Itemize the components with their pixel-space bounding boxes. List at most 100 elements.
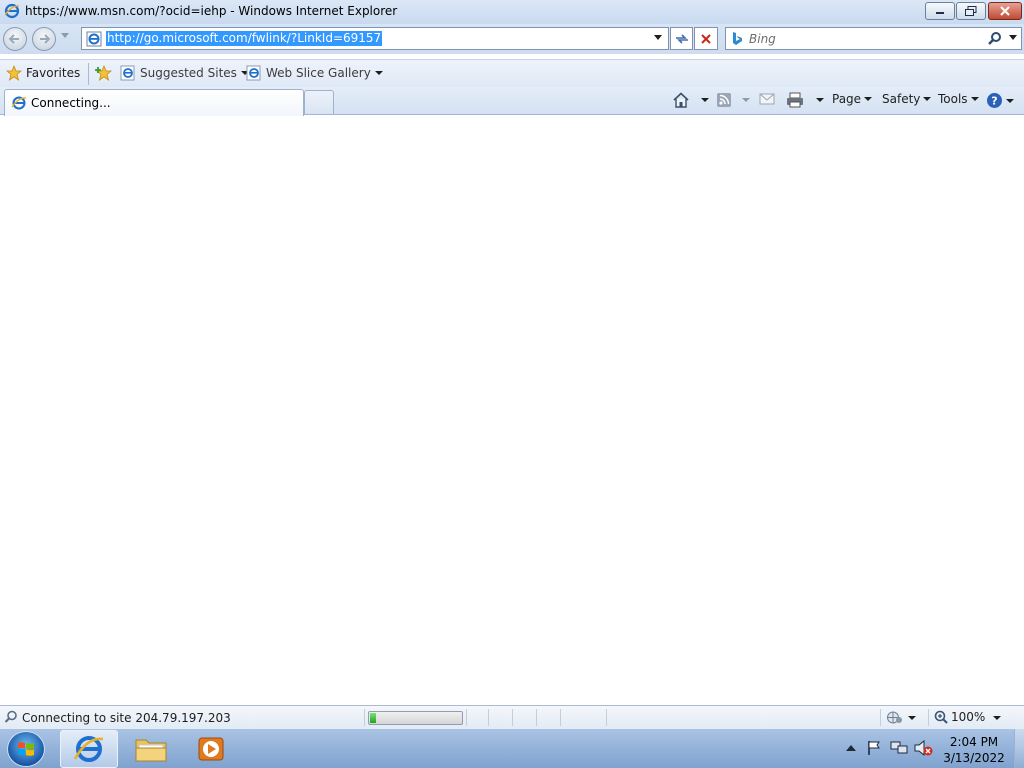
recent-pages-dropdown-icon[interactable] — [61, 33, 69, 39]
back-button[interactable] — [3, 27, 27, 51]
help-icon: ? — [987, 93, 1002, 108]
favorites-separator — [88, 63, 89, 85]
taskbar-media-player[interactable] — [182, 730, 240, 768]
magnifier-icon — [4, 710, 17, 723]
add-favorite-star-icon — [95, 65, 113, 81]
address-dropdown-icon[interactable] — [654, 35, 662, 41]
chevron-down-icon[interactable] — [742, 98, 750, 102]
status-divider — [512, 709, 513, 726]
taskbar-internet-explorer[interactable] — [60, 730, 118, 768]
chevron-down-icon — [908, 715, 916, 720]
tab-label: Connecting... — [31, 96, 111, 110]
help-button[interactable]: ? — [986, 92, 1014, 109]
forward-button[interactable] — [32, 27, 56, 51]
zoom-level: 100% — [951, 710, 986, 724]
chevron-down-icon — [1006, 98, 1014, 103]
bing-icon — [733, 32, 742, 45]
star-icon — [6, 65, 22, 81]
status-divider — [560, 709, 561, 726]
back-arrow-icon — [8, 34, 19, 44]
volume-muted-icon[interactable] — [914, 740, 934, 756]
rss-feed-icon — [717, 93, 731, 107]
status-divider — [880, 709, 881, 726]
feeds-button[interactable] — [716, 92, 750, 108]
globe-gear-icon — [887, 711, 902, 724]
address-bar[interactable]: http://go.microsoft.com/fwlink/?LinkId=6… — [81, 27, 669, 50]
safety-menu-label: Safety — [882, 92, 921, 106]
show-hidden-icons-icon[interactable] — [846, 744, 856, 752]
status-divider — [606, 709, 607, 726]
progress-bar — [368, 711, 463, 725]
page-menu[interactable]: Page — [832, 92, 873, 106]
ie-page-icon — [120, 65, 135, 81]
search-box[interactable]: Bing — [725, 27, 1022, 50]
network-icon[interactable] — [890, 740, 908, 756]
chevron-down-icon[interactable] — [701, 98, 709, 102]
search-options-dropdown-icon[interactable] — [1009, 35, 1017, 41]
new-tab-button[interactable] — [304, 90, 334, 114]
close-icon — [1000, 6, 1010, 16]
address-url[interactable]: http://go.microsoft.com/fwlink/?LinkId=6… — [106, 31, 383, 46]
internet-explorer-icon — [11, 96, 27, 110]
suggested-sites-link[interactable]: Suggested Sites — [120, 65, 249, 81]
clock-date[interactable]: 3/13/2022 — [940, 751, 1008, 765]
status-divider — [536, 709, 537, 726]
page-icon — [86, 31, 102, 47]
show-desktop-button[interactable] — [1014, 729, 1024, 768]
svg-text:?: ? — [991, 95, 997, 108]
read-mail-button[interactable] — [759, 92, 775, 106]
favorites-button[interactable]: Favorites — [6, 65, 80, 81]
internet-explorer-icon — [4, 3, 20, 19]
favorites-bar: Favorites Suggested Sites Web Slice Gall… — [0, 59, 1024, 87]
tools-menu[interactable]: Tools — [938, 92, 979, 106]
safety-menu[interactable]: Safety — [882, 92, 932, 106]
minimize-button[interactable] — [925, 2, 955, 20]
tab-row: Connecting... Page Safety Tools ? — [0, 87, 1024, 116]
chevron-down-icon — [923, 97, 932, 101]
page-content-area[interactable] — [0, 116, 1024, 705]
zoom-dropdown-icon[interactable] — [993, 716, 1001, 720]
status-divider — [928, 709, 929, 726]
internet-explorer-icon — [73, 736, 104, 762]
clock-time[interactable]: 2:04 PM — [944, 735, 1004, 749]
page-menu-label: Page — [832, 92, 862, 106]
refresh-icon — [675, 33, 688, 44]
refresh-button[interactable] — [670, 27, 693, 50]
home-button[interactable] — [672, 92, 709, 108]
stop-button[interactable] — [694, 27, 718, 50]
web-slice-gallery-link[interactable]: Web Slice Gallery — [246, 65, 383, 81]
tools-menu-label: Tools — [938, 92, 968, 106]
print-button[interactable] — [786, 92, 824, 108]
taskbar-windows-explorer[interactable] — [122, 730, 180, 768]
tab-connecting[interactable]: Connecting... — [4, 89, 304, 116]
magnifier-icon[interactable] — [987, 31, 1002, 46]
chevron-down-icon — [970, 97, 979, 101]
suggested-sites-label: Suggested Sites — [140, 66, 237, 80]
protected-mode-button[interactable] — [886, 710, 916, 725]
restore-icon — [965, 6, 977, 16]
favorites-label: Favorites — [26, 66, 81, 80]
ie-page-icon — [246, 65, 261, 81]
media-player-icon — [198, 737, 224, 761]
mail-icon — [759, 93, 775, 105]
forward-arrow-icon — [40, 34, 51, 44]
status-bar: Connecting to site 204.79.197.203 100% — [0, 705, 1024, 728]
web-slice-gallery-label: Web Slice Gallery — [266, 66, 371, 80]
zoom-control[interactable]: 100% — [934, 710, 985, 724]
navigation-bar: http://go.microsoft.com/fwlink/?LinkId=6… — [0, 24, 1024, 54]
action-center-flag-icon[interactable] — [866, 740, 882, 756]
restore-button[interactable] — [956, 2, 986, 20]
search-placeholder: Bing — [749, 32, 776, 46]
minimize-icon — [936, 12, 944, 14]
window-title: https://www.msn.com/?ocid=iehp - Windows… — [25, 4, 398, 18]
add-to-favorites-bar-button[interactable] — [95, 65, 113, 81]
progress-fill — [370, 713, 376, 723]
stop-icon — [701, 33, 711, 44]
status-text: Connecting to site 204.79.197.203 — [22, 711, 231, 725]
status-divider — [488, 709, 489, 726]
status-divider — [466, 709, 467, 726]
chevron-down-icon[interactable] — [816, 98, 824, 102]
start-button[interactable] — [7, 731, 45, 767]
close-button[interactable] — [988, 2, 1022, 20]
home-icon — [673, 92, 689, 108]
